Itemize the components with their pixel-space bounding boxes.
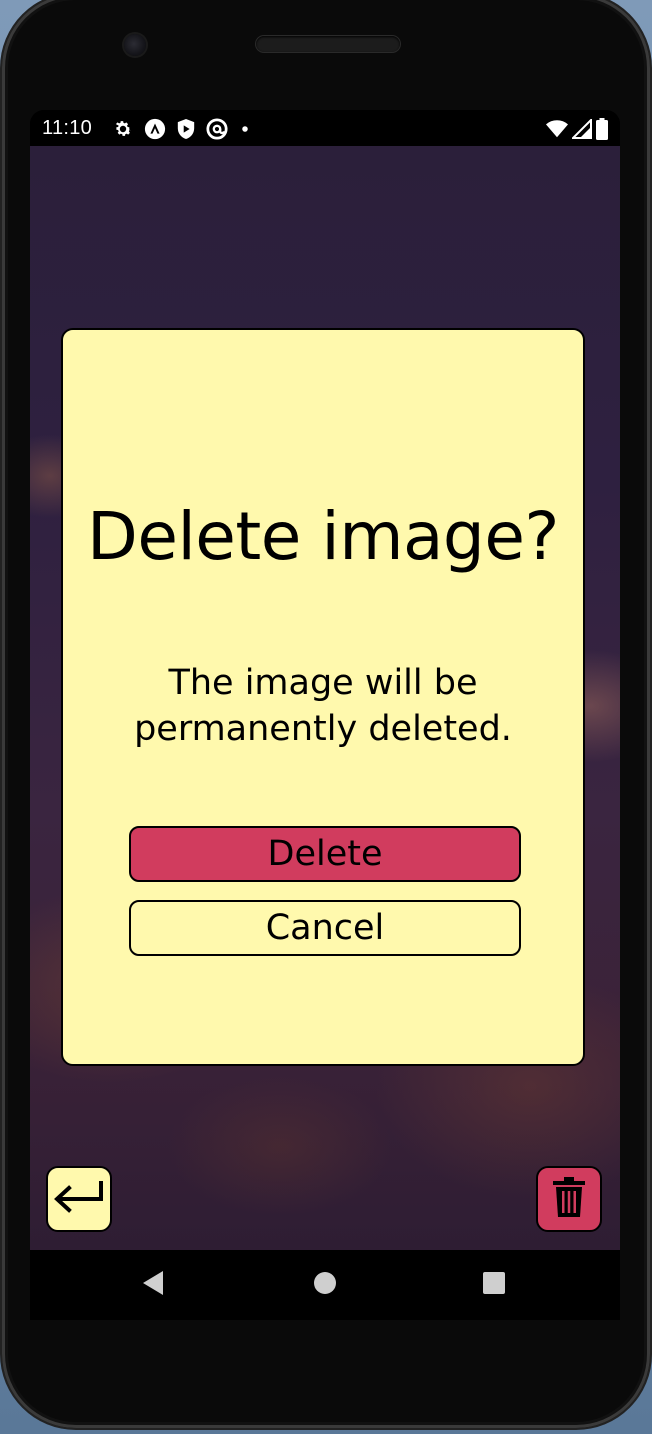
phone-screen: 11:10 Delete image? The image will be pe… [30,110,620,1250]
front-camera [124,34,146,56]
circle-home-icon [312,1270,338,1301]
delete-image-button[interactable] [536,1166,602,1232]
return-arrow-icon [51,1177,107,1222]
wifi-icon [546,119,568,144]
status-bar: 11:10 [30,110,620,146]
device-frame: 11:10 Delete image? The image will be pe… [0,0,652,1434]
delete-confirmation-dialog: Delete image? The image will be permanen… [61,328,585,1066]
gear-icon [112,118,134,140]
battery-icon [596,118,608,145]
android-studio-icon [144,118,166,140]
navigation-bar [30,1250,620,1320]
dot-icon [238,118,252,140]
triangle-back-icon [141,1270,165,1301]
status-notification-icons [112,118,252,140]
play-protect-icon [176,118,196,140]
nav-back-button[interactable] [140,1270,166,1301]
trash-icon [553,1176,585,1223]
earpiece-speaker [256,36,400,52]
signal-icon [570,117,592,144]
back-button[interactable] [46,1166,112,1232]
delete-button[interactable]: Delete [129,826,521,882]
square-recents-icon [481,1270,507,1301]
status-time: 11:10 [42,117,93,139]
dialog-title: Delete image? [87,498,559,575]
at-sign-icon [206,118,228,140]
nav-recents-button[interactable] [481,1270,507,1301]
status-system-icons [546,117,608,145]
dialog-message: The image will be permanently deleted. [134,663,512,749]
cancel-button[interactable]: Cancel [129,900,521,956]
nav-home-button[interactable] [312,1270,338,1301]
